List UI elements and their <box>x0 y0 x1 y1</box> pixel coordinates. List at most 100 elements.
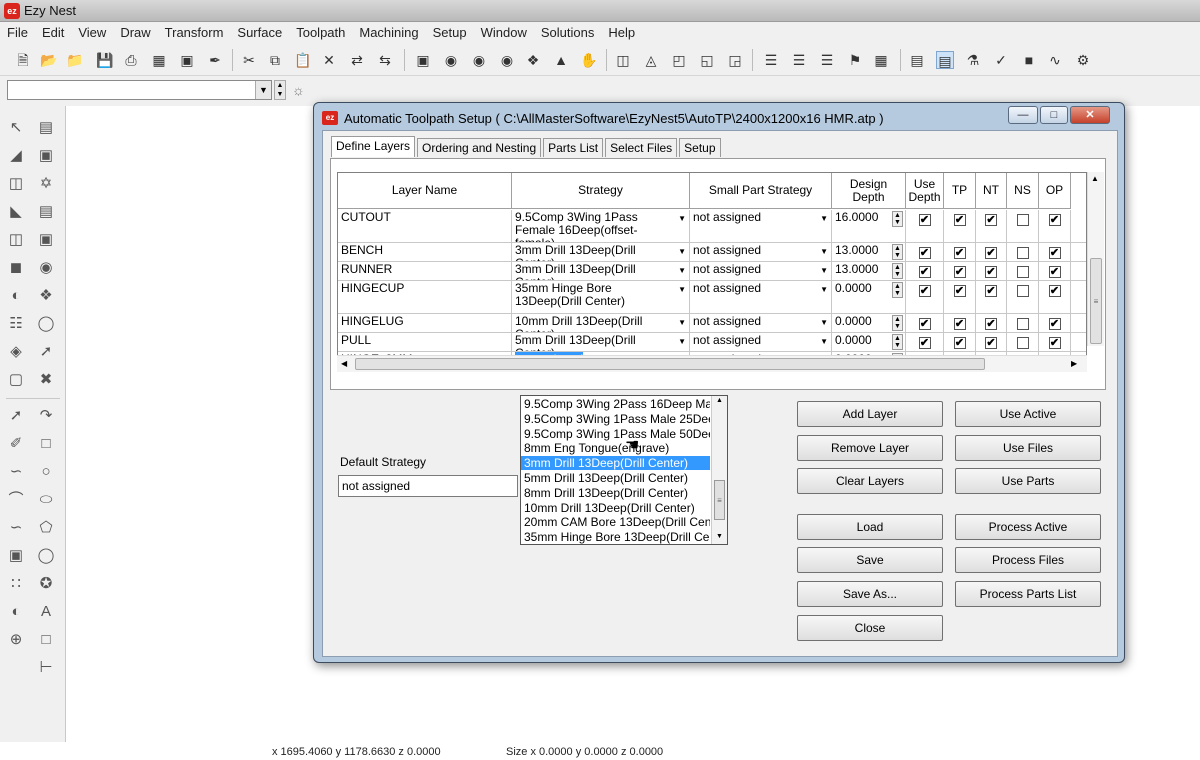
ellipse-icon[interactable]: ⬭ <box>36 490 56 510</box>
menu-toolpath[interactable]: Toolpath <box>289 22 352 44</box>
menu-edit[interactable]: Edit <box>35 22 71 44</box>
save-disk-icon[interactable]: 💾 <box>96 51 114 69</box>
nest-icon[interactable]: ⚗ <box>964 51 982 69</box>
nt-checkbox[interactable]: ✔ <box>985 214 997 226</box>
design-depth-field[interactable]: 0.0000 ▲▼ <box>832 333 906 351</box>
line-icon[interactable]: ➚ <box>6 406 26 426</box>
text-icon[interactable]: A <box>36 602 56 622</box>
move-icon[interactable]: ❖ <box>36 286 56 306</box>
process-active-button[interactable]: Process Active <box>955 514 1101 540</box>
use-depth-checkbox[interactable]: ✔ <box>918 285 931 297</box>
table-row[interactable]: RUNNER3mm Drill 13Deep(Drill Center)▼not… <box>338 262 1086 281</box>
tab-setup[interactable]: Setup <box>679 138 721 157</box>
select-box-icon[interactable]: ▤ <box>36 118 56 138</box>
ruler-icon[interactable]: ⊢ <box>36 658 56 678</box>
zoom-all-icon[interactable]: ◉ <box>498 51 516 69</box>
layer-name-cell[interactable]: BENCH <box>338 243 512 261</box>
depth-spinner[interactable]: ▲▼ <box>892 282 903 298</box>
menu-solutions[interactable]: Solutions <box>534 22 601 44</box>
dots-grid-icon[interactable]: ∷ <box>6 574 26 594</box>
dropdown-scroll-thumb[interactable]: ≡ <box>714 480 725 520</box>
menu-file[interactable]: File <box>0 22 35 44</box>
menu-draw[interactable]: Draw <box>113 22 157 44</box>
undo-icon[interactable]: ⇄ <box>348 51 366 69</box>
tool-icon[interactable]: ✓ <box>992 51 1010 69</box>
spline-icon[interactable]: ∽ <box>6 462 26 482</box>
nt-checkbox[interactable]: ✔ <box>985 247 997 259</box>
grid-vertical-scrollbar[interactable]: ▲ ≡ <box>1087 172 1104 346</box>
open-folder-icon[interactable]: 📂 <box>40 51 58 69</box>
save-as-button[interactable]: Save As... <box>797 581 943 607</box>
copy-icon[interactable]: ⧉ <box>266 51 284 69</box>
tp-checkbox[interactable]: ✔ <box>953 247 966 259</box>
polygon-icon[interactable]: ⬠ <box>36 518 56 538</box>
lightbulb-icon[interactable]: ☼ <box>292 82 305 98</box>
ns-checkbox[interactable] <box>1016 337 1029 349</box>
measure-icon[interactable]: ◉ <box>36 258 56 278</box>
design-depth-field[interactable]: 16.0000 ▲ ▼ <box>832 210 906 242</box>
dropdown-option[interactable]: 10mm Drill 13Deep(Drill Center) <box>521 501 710 515</box>
chevron-down-icon[interactable]: ▼ <box>820 245 828 258</box>
use-depth-checkbox[interactable]: ✔ <box>918 337 931 349</box>
view-left-icon[interactable]: ◲ <box>726 51 744 69</box>
chevron-down-icon[interactable]: ▼ <box>255 81 271 99</box>
table-row[interactable]: HINGELUG10mm Drill 13Deep(Drill Center) ▼… <box>338 314 1086 333</box>
bezier-icon[interactable]: ∽ <box>6 518 26 538</box>
strategy-dropdown-list[interactable]: 9.5Comp 3Wing 2Pass 16Deep Male 9.5Comp 3… <box>520 395 728 545</box>
scroll-down-icon[interactable]: ▼ <box>716 533 723 540</box>
chevron-down-icon[interactable]: ▼ <box>820 316 828 329</box>
stretch-icon[interactable]: ➚ <box>36 342 56 362</box>
polyline-icon[interactable]: ↷ <box>36 406 56 426</box>
open-recent-icon[interactable]: 📁 <box>66 51 84 69</box>
strategy-combo[interactable]: 3mm Drill 13Deep(Drill Center) ▼ <box>512 243 690 261</box>
scroll-up-icon[interactable]: ▲ <box>1091 174 1099 183</box>
dropdown-option[interactable]: 9.5Comp 3Wing 1Pass Male 50Deep <box>521 427 710 441</box>
use-depth-checkbox[interactable]: ✔ <box>918 214 931 226</box>
scroll-right-icon[interactable]: ▶ <box>1071 359 1077 368</box>
tab-define-layers[interactable]: Define Layers <box>331 136 416 157</box>
chevron-down-icon[interactable]: ▼ <box>678 316 686 329</box>
command-spinner[interactable]: ▲ ▼ <box>274 80 286 100</box>
op-checkbox[interactable]: ✔ <box>1048 318 1061 330</box>
tp-checkbox[interactable]: ✔ <box>953 318 966 330</box>
remove-layer-button[interactable]: Remove Layer <box>797 435 943 461</box>
op-checkbox[interactable]: ✔ <box>1048 285 1061 297</box>
strategy-combo[interactable]: 10mm Drill 13Deep(Drill Center) ▼ <box>512 314 690 332</box>
default-strategy-field[interactable]: not assigned <box>338 475 518 497</box>
depth-spinner[interactable]: ▲▼ <box>892 244 903 260</box>
path-icon[interactable]: □ <box>36 630 56 650</box>
offset-icon[interactable]: ◐ <box>6 286 26 306</box>
dropdown-option[interactable]: 9.5Comp 3Wing 2Pass 16Deep Male <box>521 397 710 411</box>
wire-icon[interactable]: ∿ <box>1046 51 1064 69</box>
trim-icon[interactable]: ◫ <box>6 174 26 194</box>
dropdown-option[interactable]: 5mm Drill 13Deep(Drill Center) <box>521 471 710 485</box>
ns-checkbox[interactable] <box>1016 285 1029 297</box>
chevron-down-icon[interactable]: ▼ <box>820 283 828 296</box>
close-button[interactable]: Close <box>797 615 943 641</box>
op-checkbox[interactable]: ✔ <box>1048 247 1061 259</box>
nt-checkbox[interactable]: ✔ <box>985 318 997 330</box>
tab-parts-list[interactable]: Parts List <box>543 138 604 157</box>
dimension-icon[interactable]: ◯ <box>36 546 56 566</box>
menu-window[interactable]: Window <box>474 22 534 44</box>
layer-name-cell[interactable]: RUNNER <box>338 262 512 280</box>
dropdown-option[interactable]: 35mm Hinge Bore 13Deep(Drill Cente <box>521 530 710 544</box>
use-depth-checkbox[interactable]: ✔ <box>918 266 931 278</box>
h-scroll-thumb[interactable] <box>355 358 985 370</box>
auto-toolpath-icon[interactable]: ▤ <box>936 51 954 69</box>
join-icon[interactable]: ◼ <box>6 258 26 278</box>
tp-checkbox[interactable]: ✔ <box>953 337 966 349</box>
minimize-button[interactable]: — <box>1008 106 1038 124</box>
flag-icon[interactable]: ⚑ <box>846 51 864 69</box>
new-file-icon[interactable]: 🗎 <box>14 51 32 69</box>
chevron-down-icon[interactable]: ▼ <box>820 264 828 277</box>
ns-checkbox[interactable] <box>1016 266 1029 278</box>
chart-icon[interactable]: ▤ <box>908 51 926 69</box>
hand-icon[interactable]: ✋ <box>580 51 598 69</box>
table-row[interactable]: PULL5mm Drill 13Deep(Drill Center)▼not a… <box>338 333 1086 352</box>
window-icon[interactable]: ▣ <box>178 51 196 69</box>
tp-checkbox[interactable]: ✔ <box>953 266 966 278</box>
select-arrow-icon[interactable]: ↖ <box>6 118 26 138</box>
process-files-button[interactable]: Process Files <box>955 547 1101 573</box>
chevron-down-icon[interactable]: ▼ <box>678 245 686 258</box>
